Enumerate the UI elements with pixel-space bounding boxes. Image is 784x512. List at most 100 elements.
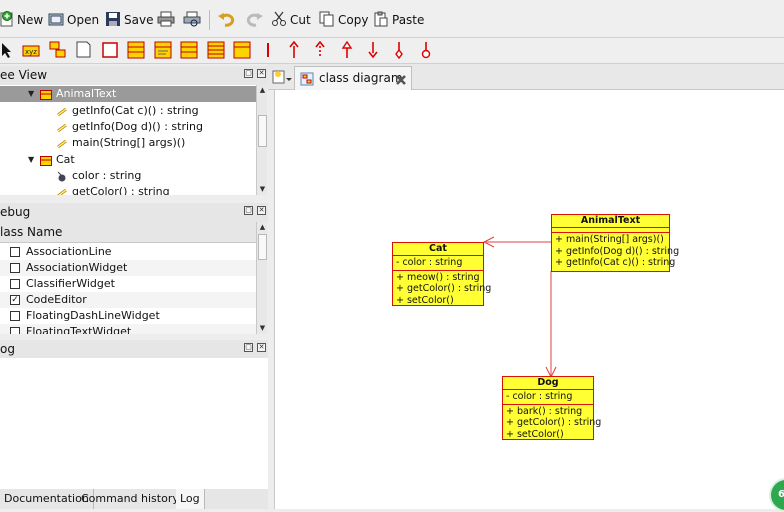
undo-button[interactable] xyxy=(217,9,240,31)
uml-class-animaltext[interactable]: AnimalText + main(String[] args)() + get… xyxy=(551,214,679,272)
print-button[interactable] xyxy=(157,9,178,31)
class-tool-icon[interactable] xyxy=(127,41,145,59)
open-button[interactable]: Open xyxy=(48,9,99,31)
scroll-up-icon[interactable]: ▲ xyxy=(257,85,268,96)
tab-label: Log xyxy=(180,492,200,505)
anchor-tool-icon[interactable] xyxy=(75,41,93,59)
tree-row-label: getInfo(Dog d)() : string xyxy=(72,120,203,133)
column-header[interactable]: lass Name xyxy=(0,222,256,243)
chevron-down-icon[interactable]: ▼ xyxy=(28,86,34,102)
new-document-icon xyxy=(0,10,14,30)
aggregation-tool-icon[interactable] xyxy=(392,41,410,60)
tree-row-cat[interactable]: ▼ Cat xyxy=(0,152,256,168)
operation-icon xyxy=(56,122,68,138)
scrollbar-thumb[interactable] xyxy=(258,115,267,147)
association-tool-icon[interactable] xyxy=(262,41,280,59)
operation: + setColor() xyxy=(506,428,564,440)
paste-button[interactable]: Paste xyxy=(373,9,424,31)
generalization-tool-icon[interactable] xyxy=(340,40,358,59)
print-preview-icon xyxy=(183,11,201,30)
tree-scrollbar[interactable]: ▲ ▼ xyxy=(256,85,267,195)
tree-row-label: AnimalText xyxy=(56,87,117,100)
checkbox[interactable] xyxy=(10,247,20,257)
class-icon xyxy=(40,89,52,105)
log-header: og ▢ ✕ xyxy=(0,340,268,359)
interface-tool-icon[interactable] xyxy=(154,41,172,59)
close-icon[interactable]: ✕ xyxy=(257,343,266,352)
checkbox[interactable] xyxy=(10,311,20,321)
debug-scrollbar[interactable]: ▲ ▼ xyxy=(256,222,267,334)
operation: + setColor() xyxy=(396,294,454,306)
debug-row-label: FloatingTextWidget xyxy=(26,325,132,334)
composition-tool-icon[interactable] xyxy=(419,41,437,59)
open-label: Open xyxy=(67,13,100,27)
tree-row-label: main(String[] args)() xyxy=(72,136,186,149)
checkbox-checked[interactable]: ✓ xyxy=(10,295,20,305)
operations-section: + bark() : string + getColor() : string … xyxy=(503,405,601,442)
uml-class-dog[interactable]: Dog - color : string + bark() : string +… xyxy=(502,376,601,442)
float-icon[interactable]: ▢ xyxy=(244,343,253,352)
debug-row[interactable]: ClassifierWidget xyxy=(0,276,256,292)
text-line-tool-icon[interactable]: xyz xyxy=(22,41,40,59)
operation-icon xyxy=(56,106,68,122)
float-icon[interactable]: ▢ xyxy=(244,206,253,215)
checkbox[interactable] xyxy=(10,279,20,289)
debug-row[interactable]: ✓ CodeEditor xyxy=(0,292,256,308)
tab-log[interactable]: Log xyxy=(176,489,205,509)
datatype-tool-icon[interactable] xyxy=(180,41,198,59)
debug-row-label: AssociationLine xyxy=(26,245,112,258)
debug-row[interactable]: FloatingTextWidget xyxy=(0,324,256,334)
save-icon xyxy=(105,11,121,30)
log-title: og xyxy=(0,342,15,356)
float-icon[interactable]: ▢ xyxy=(244,69,253,78)
column-header-label: lass Name xyxy=(0,225,63,239)
cut-button[interactable]: Cut xyxy=(271,9,311,31)
document-tab-bar: class diagram xyxy=(268,64,784,90)
directional-association-tool-icon[interactable] xyxy=(287,40,305,59)
scroll-up-icon[interactable]: ▲ xyxy=(257,222,268,233)
debug-row[interactable]: AssociationLine xyxy=(0,244,256,260)
entity-tool-icon[interactable] xyxy=(233,41,251,59)
select-tool-icon[interactable] xyxy=(0,41,18,59)
tree-row-animaltext[interactable]: ▼ AnimalText xyxy=(0,86,256,102)
tree-view-title: ee View xyxy=(0,68,48,82)
containment-tool-icon[interactable] xyxy=(366,41,384,59)
class-icon xyxy=(40,155,52,171)
print-preview-button[interactable] xyxy=(183,9,204,31)
cut-label: Cut xyxy=(290,13,311,27)
scrollbar-thumb[interactable] xyxy=(258,234,267,260)
tree-row-label: color : string xyxy=(72,169,142,182)
note-tool-icon[interactable] xyxy=(49,41,67,59)
new-button[interactable]: New xyxy=(0,9,43,31)
diagram-canvas[interactable]: AnimalText + main(String[] args)() + get… xyxy=(274,90,784,512)
dependency-tool-icon[interactable] xyxy=(313,40,331,59)
undo-icon xyxy=(217,11,237,30)
new-diagram-menu-icon[interactable] xyxy=(272,69,292,85)
close-icon[interactable]: ✕ xyxy=(257,206,266,215)
close-icon[interactable]: ✕ xyxy=(257,69,266,78)
class-name: AnimalText xyxy=(552,215,669,228)
attribute: - color : string xyxy=(396,257,463,268)
box-tool-icon[interactable] xyxy=(101,41,119,59)
redo-button[interactable] xyxy=(244,9,267,31)
operation: + main(String[] args)() xyxy=(555,234,664,245)
checkbox[interactable] xyxy=(10,263,20,273)
association-lines xyxy=(482,236,557,379)
paste-label: Paste xyxy=(392,13,425,27)
class-name: Dog xyxy=(503,377,593,390)
uml-class-cat[interactable]: Cat - color : string + meow() : string +… xyxy=(392,242,491,306)
tab-class-diagram[interactable]: class diagram xyxy=(294,66,412,90)
debug-row[interactable]: AssociationWidget xyxy=(0,260,256,276)
log-area[interactable] xyxy=(0,358,268,489)
attribute: - color : string xyxy=(506,391,573,402)
save-button[interactable]: Save xyxy=(105,9,153,31)
enum-tool-icon[interactable] xyxy=(207,41,225,59)
scroll-down-icon[interactable]: ▼ xyxy=(257,323,268,334)
debug-row[interactable]: FloatingDashLineWidget xyxy=(0,308,256,324)
tab-command-history[interactable]: Command history xyxy=(77,489,184,509)
chevron-down-icon[interactable]: ▼ xyxy=(28,152,34,168)
copy-button[interactable]: Copy xyxy=(319,9,368,31)
scroll-down-icon[interactable]: ▼ xyxy=(257,184,268,195)
open-icon xyxy=(48,11,64,30)
checkbox[interactable] xyxy=(10,327,20,334)
